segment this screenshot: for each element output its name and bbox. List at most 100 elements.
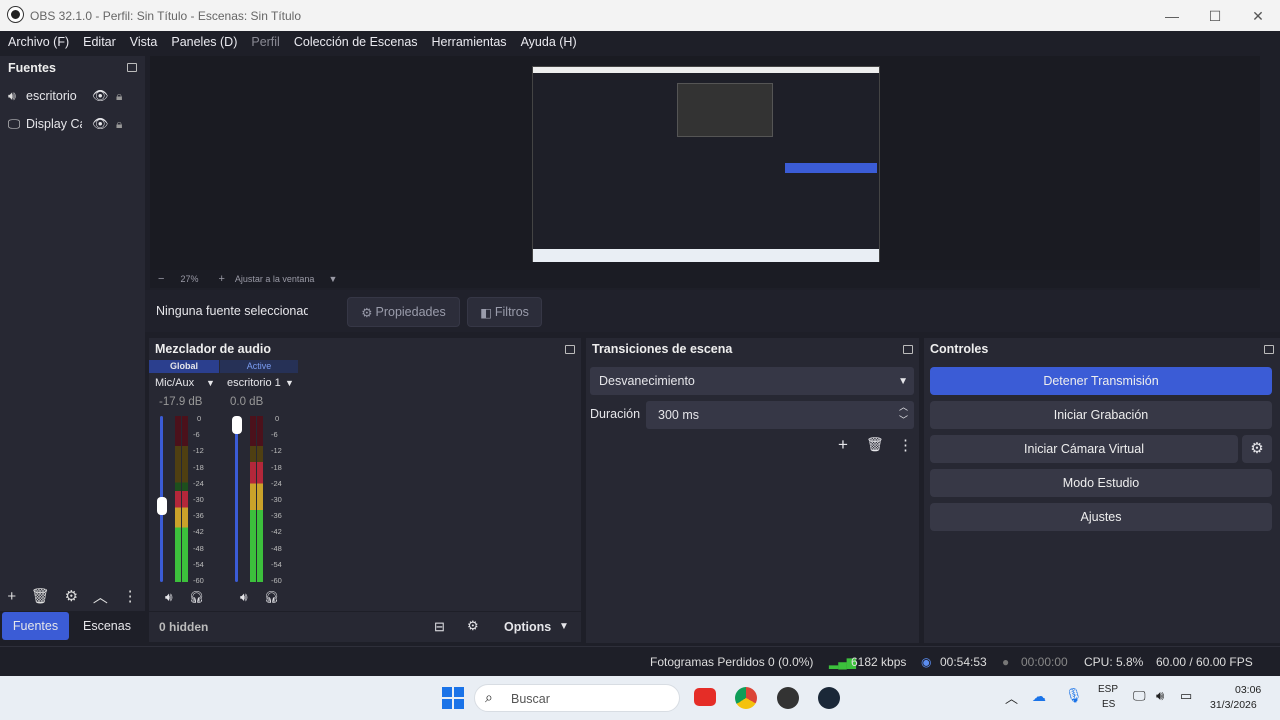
minimize-button[interactable]: — [1160, 6, 1184, 26]
undock-icon[interactable] [127, 63, 137, 72]
undock-icon[interactable] [565, 344, 575, 354]
filter-icon: ◧ [480, 305, 492, 320]
gear-icon[interactable]: ⚙︎ [65, 587, 78, 605]
menu-herramientas[interactable]: Herramientas [432, 31, 507, 55]
volume-slider-desktop[interactable] [235, 416, 238, 582]
lang-secondary[interactable]: ES [1102, 699, 1115, 710]
lang-primary[interactable]: ESP [1098, 684, 1118, 695]
chevron-up-icon[interactable]: ︿ [93, 586, 108, 607]
zoom-out-button[interactable]: − [158, 273, 164, 285]
clock-time[interactable]: 03:06 [1235, 684, 1261, 696]
meter-scale-tick: -30 [193, 495, 204, 504]
tab-scenes[interactable]: Escenas [72, 612, 142, 640]
menu-editar[interactable]: Editar [83, 31, 116, 55]
meter-scale-tick: -48 [271, 543, 282, 553]
stream-icon: ◉ [921, 655, 932, 669]
duration-input[interactable]: 300 ms ︿ ﹀ [646, 401, 914, 429]
more-icon[interactable]: ⋮ [898, 436, 913, 454]
properties-button[interactable]: ⚙︎ Propiedades [347, 297, 460, 327]
studio-mode-button[interactable]: Modo Estudio [930, 469, 1272, 497]
clock-date[interactable]: 31/3/2026 [1210, 699, 1257, 711]
controls-title: Controles [930, 342, 989, 356]
zoom-value: 27% [180, 274, 199, 284]
chevron-down-icon[interactable]: ▼ [285, 378, 294, 388]
add-source-icon[interactable]: + [7, 588, 16, 605]
transition-select[interactable]: Desvanecimiento ▼ [590, 367, 914, 395]
channel-name-desktop: escritorio 1 [227, 377, 281, 389]
add-transition-icon[interactable]: + [838, 435, 848, 455]
more-icon[interactable]: ⋮ [123, 587, 138, 605]
maximize-button[interactable]: ☐ [1203, 6, 1227, 26]
lock-icon[interactable]: 🔒︎ [116, 117, 122, 132]
eye-icon[interactable]: 👁︎ [92, 88, 109, 104]
undock-icon[interactable] [903, 344, 913, 354]
start-virtualcam-button[interactable]: Iniciar Cámara Virtual [930, 435, 1238, 463]
display-icon[interactable]: 🖵︎ [1133, 688, 1146, 704]
microphone-icon[interactable]: 🎙︎ [1065, 687, 1083, 704]
meter-scale-tick: 0 [275, 414, 280, 423]
mixer-footer: 0 hidden ⊟ ⚙︎ Options ▼ [149, 612, 581, 642]
volume-knob-desktop[interactable] [232, 416, 242, 434]
meter-level-desktop [257, 462, 263, 582]
menu-ayuda[interactable]: Ayuda (H) [521, 31, 577, 55]
menu-paneles[interactable]: Paneles (D) [171, 31, 237, 55]
chevron-down-icon[interactable]: ▼ [559, 621, 569, 632]
options-button[interactable]: Options [504, 620, 551, 634]
undock-icon[interactable] [1264, 344, 1274, 354]
tab-sources[interactable]: Fuentes [2, 612, 69, 640]
title-bar: OBS 32.1.0 - Perfil: Sin Título - Escena… [0, 0, 1280, 31]
settings-button[interactable]: Ajustes [930, 503, 1272, 531]
headphones-icon[interactable]: 🎧︎ [189, 590, 204, 604]
transitions-title: Transiciones de escena [592, 342, 733, 356]
source-item-display[interactable]: 🖵︎ Display Capture 👁︎ 🔒︎ [8, 113, 140, 135]
zoom-in-button[interactable]: + [218, 273, 224, 285]
close-button[interactable]: ✕ [1246, 6, 1270, 26]
start-recording-button[interactable]: Iniciar Grabación [930, 401, 1272, 429]
onedrive-icon[interactable]: ☁︎ [1032, 688, 1046, 705]
trash-icon[interactable]: 🗑︎ [31, 587, 50, 605]
channel-tag-global: Global [149, 360, 219, 373]
meter-scale-tick: -42 [271, 527, 282, 537]
volume-knob-mic[interactable] [157, 497, 167, 515]
headphones-icon[interactable]: 🎧︎ [264, 590, 279, 604]
youtube-icon[interactable] [694, 688, 716, 706]
meter-scale-tick: -60 [193, 576, 204, 585]
battery-icon[interactable]: ▭ [1180, 688, 1192, 704]
trash-icon[interactable]: 🗑︎ [866, 436, 884, 453]
menu-perfil[interactable]: Perfil [251, 31, 279, 55]
meter-scale-tick: -54 [271, 559, 282, 569]
obs-taskbar-icon[interactable] [777, 687, 799, 709]
sources-dock: Fuentes [0, 56, 145, 611]
zoom-fit-select[interactable]: Ajustar a la ventana [235, 274, 315, 284]
stop-stream-button[interactable]: Detener Transmisión [930, 367, 1272, 395]
chrome-icon[interactable] [735, 687, 757, 709]
speaker-icon[interactable]: 🔊︎ [240, 590, 248, 605]
menu-vista[interactable]: Vista [130, 31, 158, 55]
start-icon[interactable] [442, 687, 464, 709]
chevron-up-icon[interactable]: ︿ [1005, 688, 1018, 707]
menu-archivo[interactable]: Archivo (F) [8, 31, 69, 55]
steam-icon[interactable] [818, 687, 840, 709]
sources-toolbar: + 🗑︎ ⚙︎ ︿ ⋮ [0, 585, 145, 607]
chevron-down-icon[interactable]: ▼ [328, 274, 337, 284]
meter-scale-tick: -36 [193, 511, 204, 521]
speaker-icon[interactable]: 🔊︎ [165, 590, 173, 605]
stepper-icon[interactable]: ︿ ﹀ [899, 401, 908, 427]
source-item-escritorio[interactable]: 🔊︎ escritorio 👁︎ 🔒︎ [8, 85, 140, 107]
eye-icon[interactable]: 👁︎ [92, 116, 109, 132]
channel-db-desktop: 0.0 dB [230, 396, 264, 408]
taskbar-search[interactable]: ⌕ Buscar [474, 684, 680, 712]
menu-coleccion[interactable]: Colección de Escenas [294, 31, 418, 55]
volume-icon[interactable]: 🔊︎ [1156, 688, 1164, 704]
layout-icon[interactable]: ⊟ [434, 619, 445, 635]
source-name: Display Capture [26, 117, 82, 131]
meter-scale-tick: -6 [193, 430, 200, 440]
meter-scale-tick: -12 [193, 446, 204, 456]
chevron-down-icon[interactable]: ▼ [206, 378, 215, 388]
filters-button[interactable]: ◧ Filtros [467, 297, 542, 327]
meter-scale-tick: -18 [271, 462, 282, 472]
lock-icon[interactable]: 🔒︎ [116, 89, 122, 104]
transition-value: Desvanecimiento [599, 374, 695, 388]
settings-icon[interactable]: ⚙︎ [467, 618, 479, 634]
gear-icon[interactable]: ⚙︎ [1242, 435, 1272, 463]
